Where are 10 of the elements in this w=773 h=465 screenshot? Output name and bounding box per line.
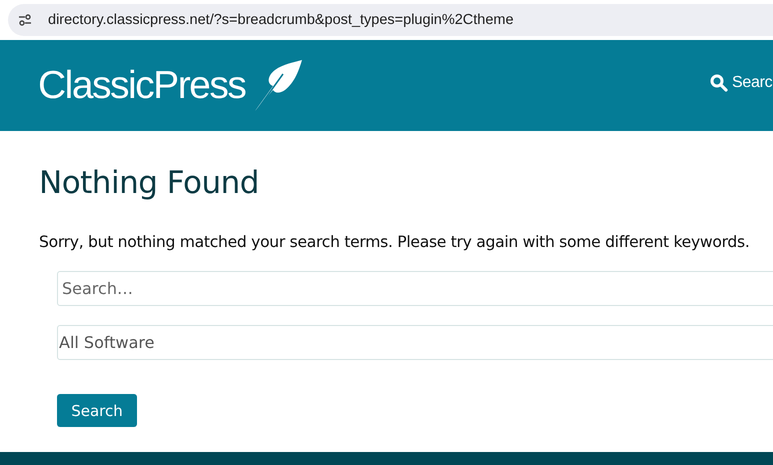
software-type-select[interactable]: All Software [57, 325, 773, 360]
search-icon[interactable] [710, 74, 728, 92]
search-button[interactable]: Search [57, 394, 137, 427]
header-search-link[interactable]: Searc [732, 74, 772, 92]
address-bar[interactable]: directory.classicpress.net/?s=breadcrumb&post_types=plugin%2Ctheme [8, 4, 773, 36]
no-results-message: Sorry, but nothing matched your search terms. Please try again with some different keywords. [39, 233, 751, 251]
page-title: Nothing Found [39, 164, 260, 203]
site-logo[interactable]: ClassicPress [38, 64, 246, 108]
search-field[interactable]: Search… [57, 271, 773, 306]
site-settings-icon[interactable] [18, 14, 32, 26]
